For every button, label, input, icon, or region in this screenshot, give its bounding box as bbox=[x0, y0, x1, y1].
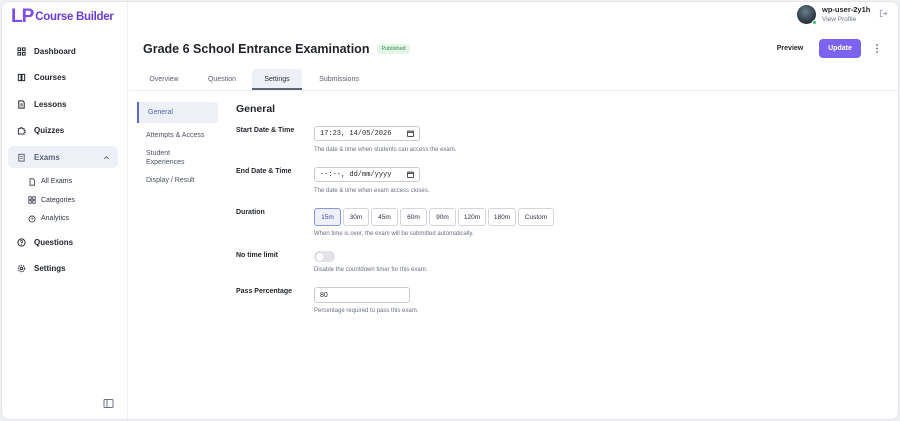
settings-menu-display-result[interactable]: Display / Result bbox=[137, 176, 218, 186]
no-time-limit-toggle[interactable] bbox=[314, 251, 335, 262]
end-datetime-value: --:--, dd/mm/yyyy bbox=[320, 170, 392, 179]
clock-icon bbox=[28, 215, 36, 223]
sidebar-item-settings[interactable]: Settings bbox=[8, 258, 118, 280]
sidebar-item-label: Dashboard bbox=[34, 46, 76, 56]
duration-help: When time is over, the exam will be subm… bbox=[314, 231, 474, 237]
toggle-knob bbox=[315, 252, 324, 261]
dashboard-icon bbox=[17, 46, 26, 56]
settings-menu-student-experiences[interactable]: Student Experiences bbox=[137, 149, 199, 167]
sidebar-subitem-analytics[interactable]: Analytics bbox=[28, 210, 118, 229]
page-header: Grade 6 School Entrance Examination Publ… bbox=[143, 42, 410, 56]
sidebar-item-exams[interactable]: Exams bbox=[8, 146, 118, 168]
start-datetime-value: 17:23, 14/05/2026 bbox=[320, 129, 392, 138]
no-time-limit-help: Disable the countdown timer for this exa… bbox=[314, 267, 428, 273]
tab-divider bbox=[129, 90, 898, 91]
sidebar-collapse-icon[interactable] bbox=[103, 398, 114, 409]
pass-percentage-input[interactable]: 80 bbox=[314, 287, 410, 303]
sidebar-subitem-all-exams[interactable]: All Exams bbox=[28, 173, 118, 192]
duration-option-60m[interactable]: 60m bbox=[400, 208, 427, 226]
brand-name: Course Builder bbox=[35, 11, 114, 23]
puzzle-icon bbox=[17, 126, 26, 135]
avatar[interactable] bbox=[797, 5, 817, 25]
calendar-icon[interactable] bbox=[407, 130, 414, 137]
brand-logo[interactable]: LP Course Builder bbox=[11, 6, 114, 28]
user-menu[interactable]: wp-user-2y1h View Profile bbox=[797, 5, 871, 25]
status-badge: Published bbox=[377, 44, 410, 54]
duration-label: Duration bbox=[236, 209, 265, 216]
sidebar-item-label: Quizzes bbox=[34, 126, 65, 135]
sidebar-item-label: Exams bbox=[34, 152, 60, 162]
start-datetime-help: The date & time when students can access… bbox=[314, 147, 457, 153]
duration-option-90m[interactable]: 90m bbox=[429, 208, 456, 226]
no-time-limit-label: No time limit bbox=[236, 252, 279, 259]
app-window: LP Course Builder Dashboard Courses Less… bbox=[1, 1, 899, 420]
tab-question[interactable]: Question bbox=[194, 69, 250, 90]
sidebar-item-dashboard[interactable]: Dashboard bbox=[8, 40, 118, 62]
gear-icon bbox=[17, 264, 26, 273]
duration-option-120m[interactable]: 120m bbox=[458, 208, 486, 226]
sidebar-item-courses[interactable]: Courses bbox=[8, 67, 118, 89]
sidebar-subitem-label: All Exams bbox=[41, 178, 73, 186]
section-title: General bbox=[236, 103, 276, 115]
settings-menu-attempts-access[interactable]: Attempts & Access bbox=[137, 128, 218, 144]
start-datetime-input[interactable]: 17:23, 14/05/2026 bbox=[314, 126, 420, 141]
exams-submenu: All Exams Categories Analytics bbox=[8, 173, 118, 229]
sidebar-subitem-label: Analytics bbox=[41, 215, 70, 223]
duration-option-30m[interactable]: 30m bbox=[343, 208, 369, 226]
sidebar-item-quizzes[interactable]: Quizzes bbox=[8, 120, 118, 142]
logout-icon[interactable] bbox=[879, 9, 888, 18]
sidebar-subitem-categories[interactable]: Categories bbox=[28, 191, 118, 210]
page-title: Grade 6 School Entrance Examination bbox=[143, 42, 370, 56]
sidebar-item-lessons[interactable]: Lessons bbox=[8, 93, 118, 115]
online-status-dot bbox=[812, 20, 817, 25]
pass-percentage-label: Pass Percentage bbox=[236, 288, 293, 295]
end-datetime-help: The date & time when exam access closes. bbox=[314, 188, 430, 194]
main-nav: Dashboard Courses Lessons Quizzes Exams bbox=[8, 40, 118, 284]
tab-submissions[interactable]: Submissions bbox=[302, 69, 376, 90]
clipboard-icon bbox=[17, 153, 26, 162]
settings-menu-general[interactable]: General bbox=[137, 102, 218, 123]
question-icon bbox=[17, 237, 26, 247]
tab-bar: Overview Question Settings Submissions bbox=[134, 69, 376, 90]
end-datetime-input[interactable]: --:--, dd/mm/yyyy bbox=[314, 167, 420, 182]
duration-option-15m[interactable]: 15m bbox=[314, 208, 341, 226]
book-icon bbox=[17, 73, 26, 82]
chevron-up-icon[interactable] bbox=[103, 154, 110, 161]
duration-options: 15m 30m 45m 60m 90m 120m 180m Custom bbox=[314, 208, 554, 226]
duration-option-45m[interactable]: 45m bbox=[371, 208, 398, 226]
tab-overview[interactable]: Overview bbox=[134, 69, 194, 90]
view-profile-link[interactable]: View Profile bbox=[822, 15, 870, 24]
sidebar-item-questions[interactable]: Questions bbox=[8, 231, 118, 253]
file-icon bbox=[29, 178, 35, 186]
document-icon bbox=[17, 99, 26, 109]
sidebar-item-label: Settings bbox=[34, 264, 66, 273]
sidebar-item-label: Lessons bbox=[34, 99, 67, 109]
grid-icon bbox=[28, 196, 36, 204]
sidebar-item-label: Courses bbox=[34, 73, 67, 82]
sidebar-subitem-label: Categories bbox=[41, 196, 75, 204]
brand-mark: LP bbox=[11, 6, 34, 27]
sidebar: LP Course Builder Dashboard Courses Less… bbox=[2, 2, 128, 419]
duration-option-custom[interactable]: Custom bbox=[518, 208, 554, 226]
calendar-icon[interactable] bbox=[407, 171, 414, 178]
pass-percentage-value: 80 bbox=[320, 291, 328, 299]
tab-settings[interactable]: Settings bbox=[252, 69, 302, 90]
more-options-icon[interactable] bbox=[873, 43, 881, 54]
update-button[interactable]: Update bbox=[819, 39, 861, 58]
pass-percentage-help: Percentage required to pass this exam. bbox=[314, 308, 419, 314]
sidebar-item-label: Questions bbox=[34, 237, 74, 247]
end-datetime-label: End Date & Time bbox=[236, 168, 292, 175]
settings-menu: General Attempts & Access Student Experi… bbox=[137, 102, 218, 186]
user-name: wp-user-2y1h bbox=[822, 5, 871, 14]
start-datetime-label: Start Date & Time bbox=[236, 127, 295, 134]
duration-option-180m[interactable]: 180m bbox=[488, 208, 516, 226]
preview-button[interactable]: Preview bbox=[767, 42, 813, 56]
